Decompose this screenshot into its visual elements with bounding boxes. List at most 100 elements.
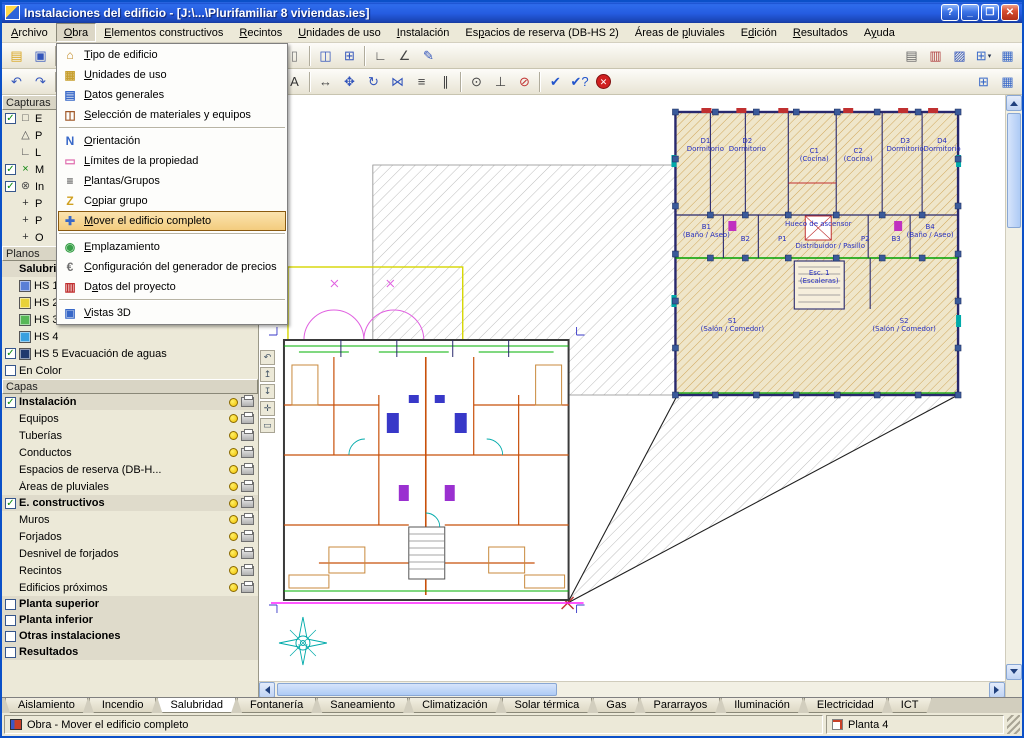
layer-color-icon[interactable] — [229, 465, 238, 474]
layer-print-icon[interactable] — [241, 448, 254, 458]
layer-color-icon[interactable] — [229, 431, 238, 440]
selection-handle[interactable] — [919, 212, 925, 218]
drawing-area[interactable]: D1DormitorioD2DormitorioC1(Cocina)C2(Coc… — [259, 95, 1005, 681]
layer-e-constructivos[interactable]: ✓E. constructivos — [2, 495, 258, 511]
tab-saneamiento[interactable]: Saneamiento — [317, 698, 408, 713]
selection-handle[interactable] — [712, 392, 718, 398]
selection-handle[interactable] — [672, 203, 678, 209]
selection-handle[interactable] — [915, 392, 921, 398]
selection-handle[interactable] — [833, 255, 839, 261]
selection-handle[interactable] — [955, 298, 961, 304]
dimension-icon[interactable]: ↔ — [314, 71, 337, 93]
reference-drawing-icon[interactable]: ▦ — [996, 71, 1019, 93]
save-icon[interactable]: ▣ — [29, 45, 52, 67]
layer-resultados[interactable]: Resultados — [2, 644, 258, 660]
zoom-view-icon[interactable]: ▭ — [260, 418, 275, 433]
pan-view-icon[interactable]: ✛ — [260, 401, 275, 416]
layer-print-icon[interactable] — [241, 566, 254, 576]
edit-template-icon[interactable]: ✎ — [417, 45, 440, 67]
mirror-element-icon[interactable]: ⋈ — [386, 71, 409, 93]
plan-composition-icon[interactable]: ▨ — [948, 45, 971, 67]
menu-item-configuracion-del-generador-de-precios[interactable]: €Configuración del generador de precios — [58, 257, 286, 277]
layer-print-icon[interactable] — [241, 465, 254, 475]
vertical-scrollbar[interactable] — [1005, 95, 1022, 697]
origin-axes-icon[interactable]: ∟ — [369, 45, 392, 67]
maximize-button[interactable]: ❐ — [981, 4, 999, 21]
selection-handle[interactable] — [834, 392, 840, 398]
layer-recintos[interactable]: Recintos — [2, 562, 258, 579]
layer-tuberias[interactable]: Tuberías — [2, 427, 258, 444]
selection-handle[interactable] — [879, 255, 885, 261]
selection-handle[interactable] — [955, 392, 961, 398]
selection-handle[interactable] — [955, 156, 961, 162]
checkbox[interactable] — [5, 615, 16, 626]
layer-print-icon[interactable] — [241, 515, 254, 525]
checkbox[interactable]: ✓ — [5, 164, 16, 175]
checkbox[interactable]: ✓ — [5, 181, 16, 192]
move-element-icon[interactable]: ✥ — [338, 71, 361, 93]
accept-icon[interactable]: ✔ — [544, 71, 567, 93]
selection-handle[interactable] — [672, 251, 678, 257]
selection-handle[interactable] — [874, 109, 880, 115]
tab-gas[interactable]: Gas — [593, 698, 639, 713]
layer-color-icon[interactable] — [229, 532, 238, 541]
floor-down-icon[interactable]: ↧ — [260, 384, 275, 399]
single-window-icon[interactable]: ◫ — [314, 45, 337, 67]
layer-desnivel-de-forjados[interactable]: Desnivel de forjados — [2, 545, 258, 562]
layer-print-icon[interactable] — [241, 498, 254, 508]
menu-item-emplazamiento[interactable]: ◉Emplazamiento — [58, 237, 286, 257]
checkbox[interactable] — [5, 599, 16, 610]
menu-instalacion[interactable]: Instalación — [389, 23, 458, 42]
selection-handle[interactable] — [915, 109, 921, 115]
layer-color-icon[interactable] — [229, 549, 238, 558]
redo-icon[interactable]: ↷ — [29, 71, 52, 93]
ortho-mode-icon[interactable]: ⊥ — [489, 71, 512, 93]
resize-grip[interactable] — [1007, 715, 1020, 734]
floor-up-icon[interactable]: ↥ — [260, 367, 275, 382]
checkbox[interactable] — [5, 647, 16, 658]
selection-handle[interactable] — [753, 392, 759, 398]
menu-item-datos-del-proyecto[interactable]: ▥Datos del proyecto — [58, 277, 286, 297]
snap-settings-icon[interactable]: ⊙ — [465, 71, 488, 93]
selection-handle[interactable] — [672, 109, 678, 115]
help-button[interactable]: ? — [941, 4, 959, 21]
selection-handle[interactable] — [785, 255, 791, 261]
menu-item-unidades-de-uso[interactable]: ▦Unidades de uso — [58, 65, 286, 85]
layer-edificios-proximos[interactable]: Edificios próximos — [2, 579, 258, 596]
menu-obra[interactable]: Obra — [56, 23, 96, 42]
selection-handle[interactable] — [955, 203, 961, 209]
menu-resultados[interactable]: Resultados — [785, 23, 856, 42]
plan-layer-hs-5-evacuacion-de-aguas[interactable]: ✓HS 5 Evacuación de aguas — [2, 345, 258, 362]
selection-handle[interactable] — [955, 109, 961, 115]
scroll-right-button[interactable] — [989, 682, 1005, 698]
selection-handle[interactable] — [672, 298, 678, 304]
layer-planta-superior[interactable]: Planta superior — [2, 596, 258, 612]
layer-instalacion[interactable]: ✓Instalación — [2, 394, 258, 410]
layer-espacios-de-reserva-db-h[interactable]: Espacios de reserva (DB-H... — [2, 461, 258, 478]
selection-handle[interactable] — [672, 392, 678, 398]
vscroll-thumb[interactable] — [1007, 113, 1021, 228]
tab-electricidad[interactable]: Electricidad — [804, 698, 887, 713]
layer-print-icon[interactable] — [241, 583, 254, 593]
en-color-checkbox[interactable] — [5, 365, 16, 376]
menu-item-copiar-grupo[interactable]: ZCopiar grupo — [58, 191, 286, 211]
layer-color-icon[interactable] — [229, 398, 238, 407]
report-tables-icon[interactable]: ▦ — [996, 45, 1019, 67]
layer-color-icon[interactable] — [229, 515, 238, 524]
previous-view-icon[interactable]: ↶ — [260, 350, 275, 365]
vscroll-track[interactable] — [1006, 111, 1022, 664]
menu-recintos[interactable]: Recintos — [231, 23, 290, 42]
selection-handle[interactable] — [785, 212, 791, 218]
export-plans-icon[interactable]: ▥ — [924, 45, 947, 67]
menu-item-datos-generales[interactable]: ▤Datos generales — [58, 85, 286, 105]
plan-layer-hs-4[interactable]: HS 4 — [2, 328, 258, 345]
verify-icon[interactable]: ✔? — [568, 71, 591, 93]
checkbox[interactable] — [5, 631, 16, 642]
delete-element-icon[interactable]: ⊘ — [513, 71, 536, 93]
title-bar[interactable]: Instalaciones del edificio - [J:\...\Plu… — [2, 2, 1022, 23]
layer-print-icon[interactable] — [241, 532, 254, 542]
layer-color-icon[interactable] — [229, 566, 238, 575]
selection-handle[interactable] — [879, 212, 885, 218]
menu-item-vistas-3d[interactable]: ▣Vistas 3D — [58, 303, 286, 323]
tab-iluminacion[interactable]: Iluminación — [721, 698, 803, 713]
